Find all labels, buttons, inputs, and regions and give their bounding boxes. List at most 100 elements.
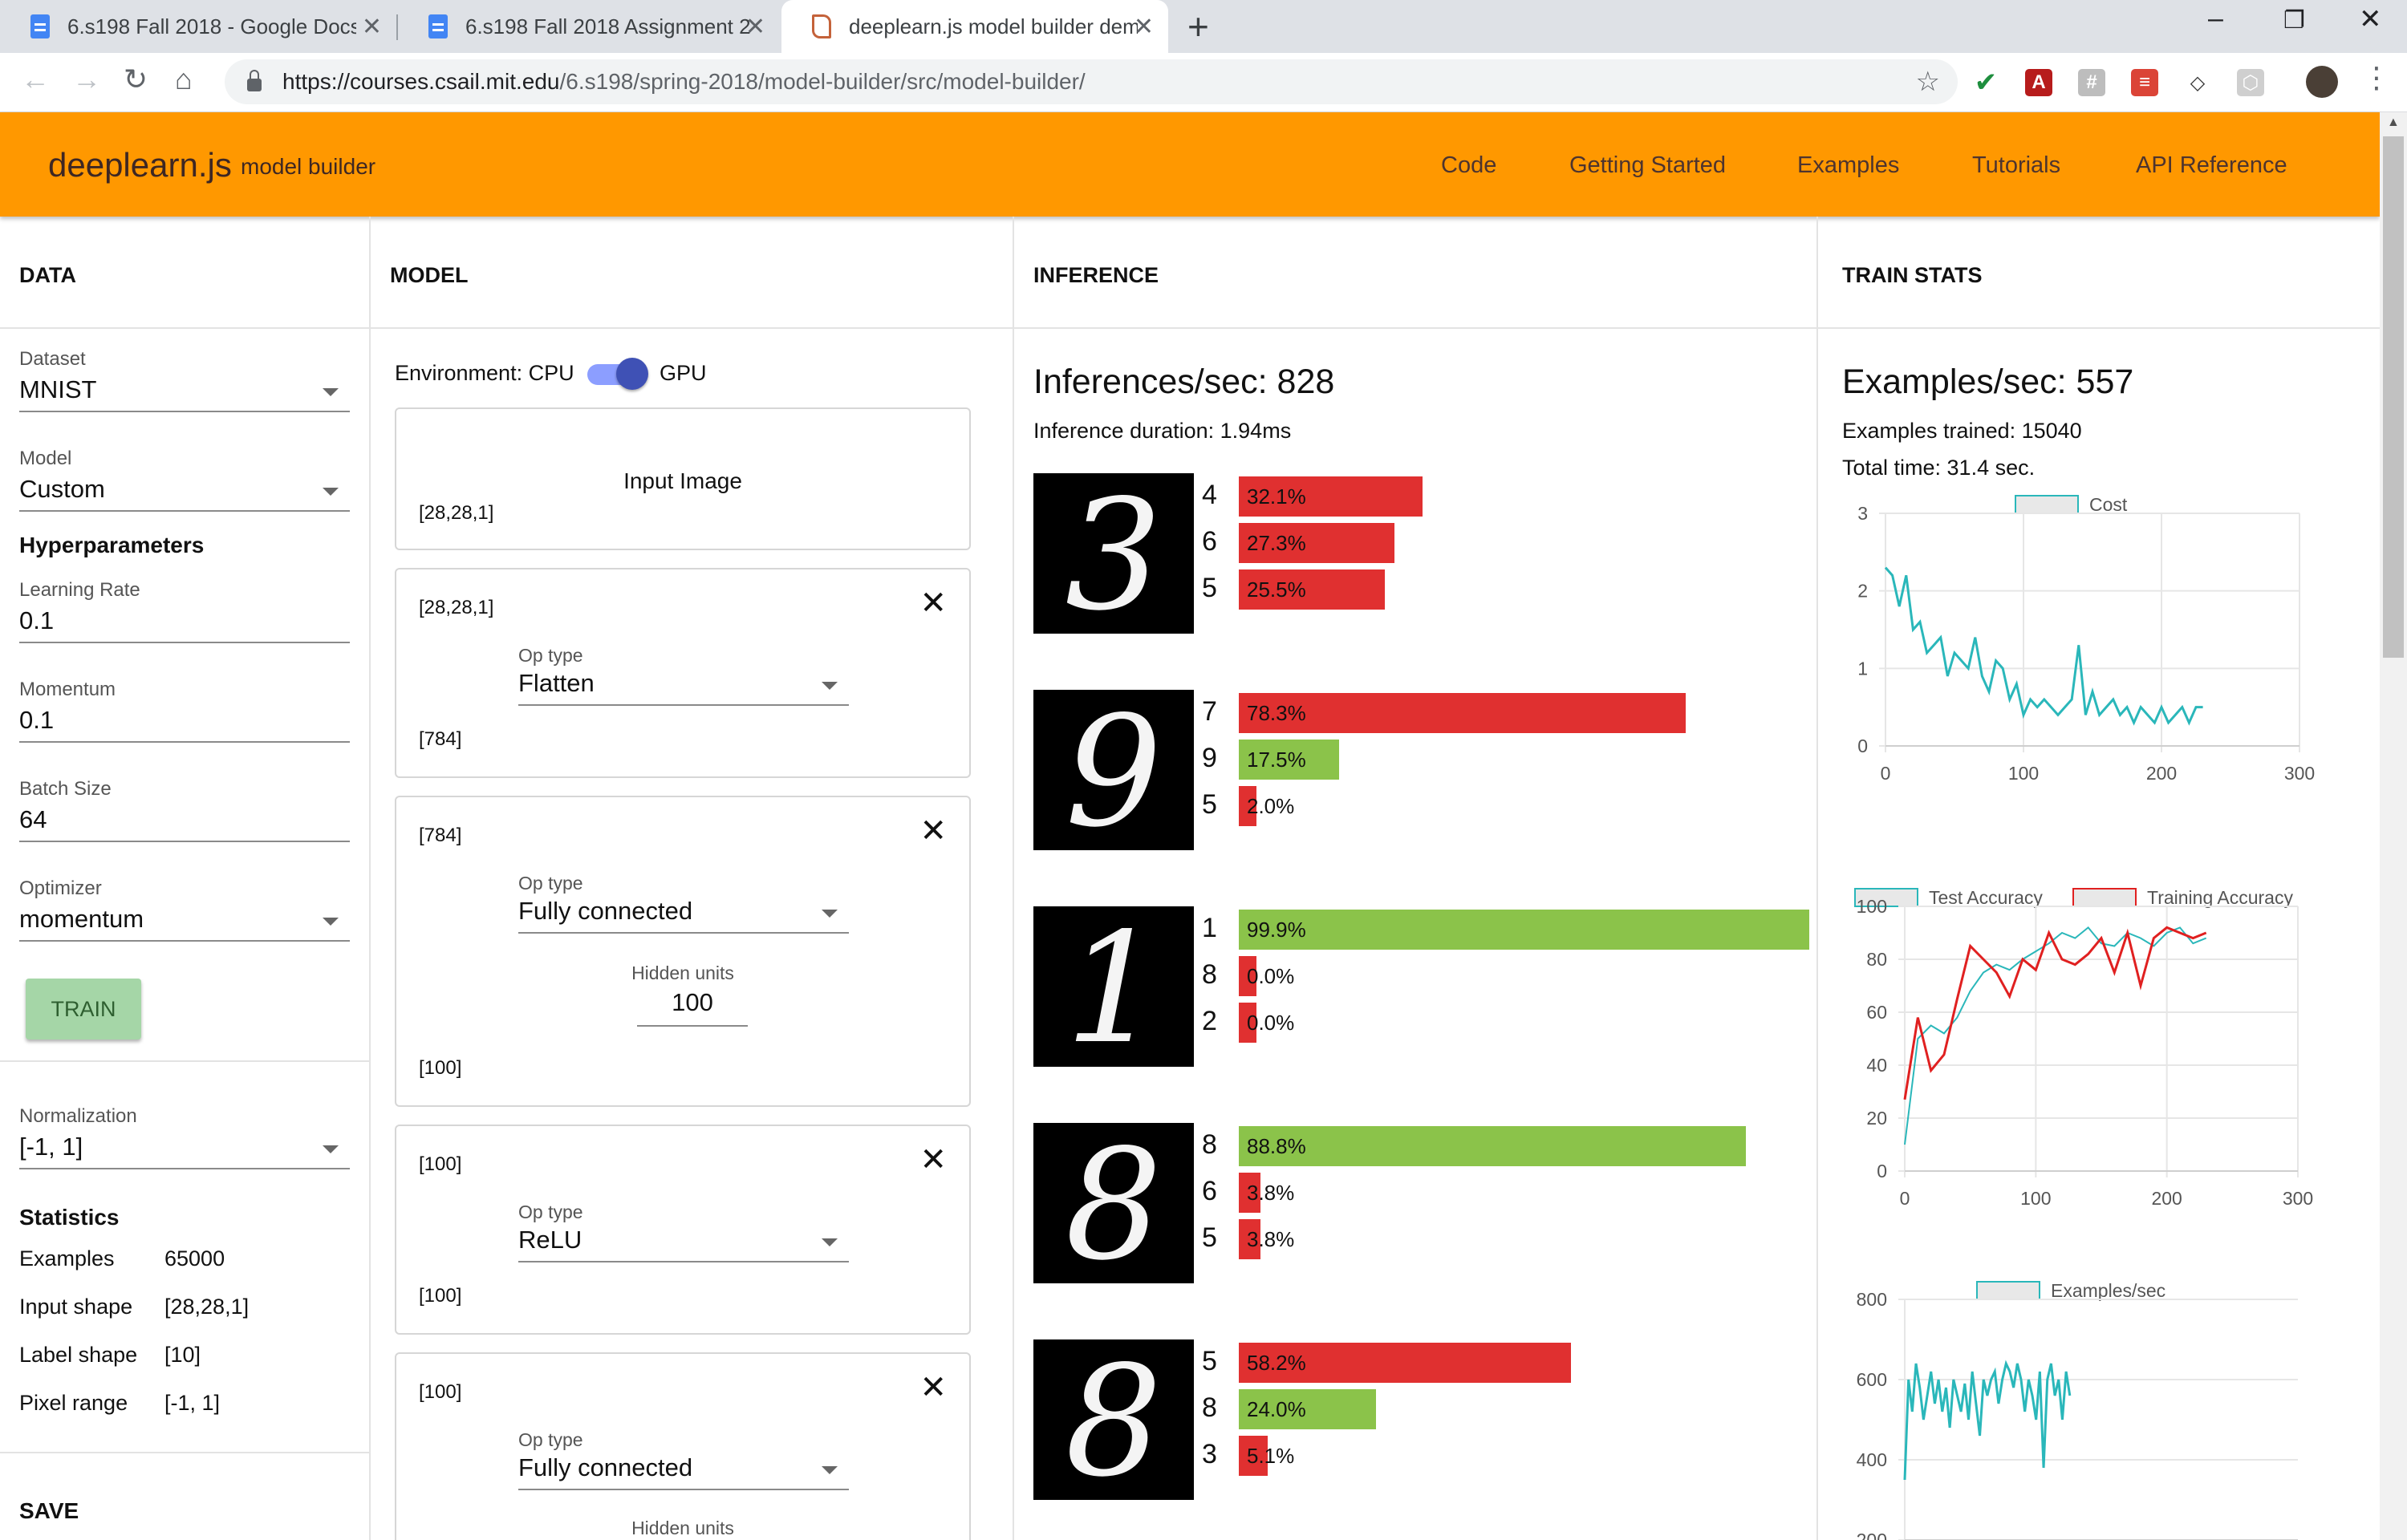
browser-tab[interactable]: 6.s198 Fall 2018 Assignment 2 - G ✕ bbox=[398, 0, 780, 53]
tag-extension-icon[interactable]: ◇ bbox=[2184, 69, 2211, 96]
forward-icon[interactable]: → bbox=[72, 63, 101, 96]
legend-swatch bbox=[2015, 495, 2079, 514]
digit-image: 8 bbox=[1033, 1116, 1194, 1294]
inference-row: 8 8 88.8% 6 3.8% 5 3.8% bbox=[1033, 1116, 1804, 1294]
cube-extension-icon[interactable]: ⬡ bbox=[2237, 69, 2264, 96]
brand-title[interactable]: deeplearn.js bbox=[48, 146, 232, 184]
google-docs-icon bbox=[428, 14, 448, 38]
remove-layer-icon[interactable]: ✕ bbox=[919, 587, 947, 619]
prediction-bar bbox=[1239, 910, 1810, 950]
layer-output-shape: [784] bbox=[419, 728, 462, 750]
home-icon[interactable]: ⌂ bbox=[175, 63, 193, 96]
data-panel: DATA Dataset MNIST Model Custom Hyperpar… bbox=[0, 217, 371, 1540]
y-tick-label: 100 bbox=[1857, 896, 1887, 917]
op-type-select[interactable]: Flatten bbox=[518, 667, 849, 706]
model-value: Custom bbox=[19, 475, 105, 503]
total-time: Total time: 31.4 sec. bbox=[1842, 456, 2036, 480]
browser-tab[interactable]: 6.s198 Fall 2018 - Google Docs ✕ bbox=[0, 0, 396, 53]
minimize-icon[interactable]: – bbox=[2208, 3, 2223, 34]
normalization-value: [-1, 1] bbox=[19, 1133, 83, 1161]
nav-link-examples[interactable]: Examples bbox=[1797, 152, 1899, 179]
y-tick-label: 200 bbox=[1857, 1530, 1887, 1540]
model-select[interactable]: Custom bbox=[19, 473, 350, 512]
lock-icon bbox=[247, 70, 262, 91]
y-tick-label: 400 bbox=[1857, 1449, 1887, 1470]
digit-image: 9 bbox=[1033, 683, 1194, 861]
dropdown-caret-icon bbox=[822, 1466, 838, 1474]
menu-kebab-icon[interactable]: ⋮ bbox=[2362, 61, 2391, 95]
normalization-select[interactable]: [-1, 1] bbox=[19, 1131, 350, 1169]
reload-icon[interactable]: ↻ bbox=[124, 63, 148, 96]
input-layer-card: Input Image [28,28,1] bbox=[395, 407, 971, 550]
tab-title: 6.s198 Fall 2018 Assignment 2 - G bbox=[465, 14, 754, 38]
optimizer-label: Optimizer bbox=[19, 877, 102, 899]
stat-key: Examples bbox=[19, 1246, 115, 1270]
inference-panel-header: INFERENCE bbox=[1014, 217, 1816, 329]
train-button[interactable]: TRAIN bbox=[26, 979, 141, 1040]
accuracy-chart: Test Accuracy Training Accuracy 0 20 40 60 80 1… bbox=[1854, 887, 2313, 1209]
restore-icon[interactable]: ❐ bbox=[2283, 6, 2305, 34]
prediction-label: 6 bbox=[1202, 1176, 1217, 1206]
nav-link-getting-started[interactable]: Getting Started bbox=[1569, 152, 1726, 179]
prediction-percent: 0.0% bbox=[1247, 1011, 1295, 1035]
scroll-up-arrow-icon[interactable]: ▲ bbox=[2387, 116, 2400, 130]
y-tick-label: 800 bbox=[1857, 1289, 1887, 1310]
normalization-label: Normalization bbox=[19, 1105, 137, 1127]
panel-title: INFERENCE bbox=[1033, 263, 1159, 287]
prediction-percent: 24.0% bbox=[1247, 1397, 1306, 1421]
y-tick-label: 2 bbox=[1857, 581, 1868, 602]
x-tick-label: 300 bbox=[2283, 1188, 2313, 1209]
window-close-icon[interactable]: ✕ bbox=[2359, 3, 2382, 35]
series-line bbox=[1903, 926, 2207, 1100]
inference-row: 8 5 58.2% 8 24.0% 3 5.1% bbox=[1033, 1333, 1804, 1510]
data-panel-header: DATA bbox=[0, 217, 369, 329]
digit-glyph: 8 bbox=[1065, 1123, 1163, 1283]
nav-link-api-reference[interactable]: API Reference bbox=[2136, 152, 2287, 179]
stat-key: Pixel range bbox=[19, 1391, 128, 1415]
learning-rate-input[interactable]: 0.1 bbox=[19, 605, 350, 643]
tab-title: 6.s198 Fall 2018 - Google Docs bbox=[67, 14, 356, 38]
remove-layer-icon[interactable]: ✕ bbox=[919, 1372, 947, 1404]
bookmark-star-icon[interactable]: ☆ bbox=[1916, 66, 1940, 98]
batch-size-input[interactable]: 64 bbox=[19, 804, 350, 842]
browser-tab-active[interactable]: deeplearn.js model builder demo ✕ bbox=[781, 0, 1168, 53]
dataset-value: MNIST bbox=[19, 375, 97, 403]
url-host: https://courses.csail.mit.edu bbox=[282, 69, 560, 94]
url-path: /6.s198/spring-2018/model-builder/src/mo… bbox=[559, 69, 1086, 94]
environment-toggle-knob[interactable] bbox=[616, 358, 648, 390]
url-field[interactable]: https://courses.csail.mit.edu/6.s198/spr… bbox=[225, 59, 1958, 104]
todoist-extension-icon[interactable]: ≡ bbox=[2131, 69, 2158, 96]
layer-output-shape: [100] bbox=[419, 1285, 462, 1307]
remove-layer-icon[interactable]: ✕ bbox=[919, 1144, 947, 1176]
op-type-select[interactable]: Fully connected bbox=[518, 1452, 849, 1490]
puzzle-extension-icon[interactable]: # bbox=[2078, 69, 2105, 96]
op-type-select[interactable]: ReLU bbox=[518, 1224, 849, 1262]
panel-title: TRAIN STATS bbox=[1842, 263, 1983, 287]
brand-subtitle: model builder bbox=[241, 154, 376, 179]
nav-link-tutorials[interactable]: Tutorials bbox=[1972, 152, 2060, 179]
x-tick-label: 200 bbox=[2151, 1188, 2182, 1209]
browser-tab-bar: 6.s198 Fall 2018 - Google Docs ✕ 6.s198 … bbox=[0, 0, 2407, 53]
close-tab-icon[interactable]: ✕ bbox=[745, 13, 765, 41]
remove-layer-icon[interactable]: ✕ bbox=[919, 815, 947, 847]
prediction-percent: 27.3% bbox=[1247, 531, 1306, 555]
back-icon[interactable]: ← bbox=[21, 63, 50, 96]
save-heading: SAVE bbox=[19, 1498, 79, 1523]
nav-link-code[interactable]: Code bbox=[1441, 152, 1496, 179]
model-label: Model bbox=[19, 448, 72, 469]
close-tab-icon[interactable]: ✕ bbox=[362, 13, 382, 41]
close-tab-icon[interactable]: ✕ bbox=[1134, 13, 1154, 41]
pdf-extension-icon[interactable]: A bbox=[2025, 69, 2052, 96]
avatar[interactable] bbox=[2306, 66, 2338, 98]
op-type-select[interactable]: Fully connected bbox=[518, 895, 849, 934]
dataset-select[interactable]: MNIST bbox=[19, 374, 350, 412]
hidden-units-label: Hidden units bbox=[631, 962, 734, 983]
new-tab-icon[interactable]: + bbox=[1187, 5, 1209, 48]
stat-key: Input shape bbox=[19, 1295, 133, 1319]
op-type-value: Flatten bbox=[518, 669, 595, 697]
scrollbar-thumb[interactable] bbox=[2383, 136, 2404, 658]
optimizer-select[interactable]: momentum bbox=[19, 903, 350, 942]
checkmark-extension-icon[interactable]: ✔ bbox=[1972, 67, 1999, 98]
hidden-units-input[interactable]: 100 bbox=[637, 988, 748, 1027]
momentum-input[interactable]: 0.1 bbox=[19, 704, 350, 743]
